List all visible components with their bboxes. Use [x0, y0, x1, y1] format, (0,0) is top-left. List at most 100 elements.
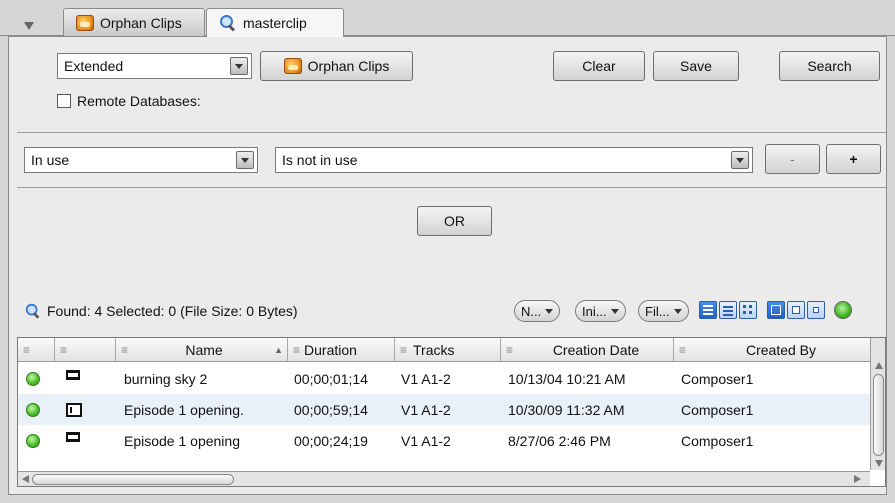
type-cell [62, 363, 112, 394]
table-row[interactable]: burning sky 2 00;00;01;14 V1 A1-2 10/13/… [18, 363, 870, 394]
column-grip-icon: ≡ [400, 343, 408, 357]
medium-frame-icon[interactable] [787, 301, 805, 319]
remote-databases-label: Remote Databases: [77, 93, 201, 109]
add-criteria-button[interactable]: + [826, 144, 881, 174]
orphan-clips-icon [76, 14, 94, 31]
orphan-clips-button[interactable]: Orphan Clips [260, 51, 413, 81]
vertical-scroll-thumb[interactable] [873, 374, 884, 456]
filter-label: Ini... [582, 303, 607, 319]
criteria-field-value: In use [31, 152, 70, 168]
column-label: Name [185, 342, 223, 358]
online-status-icon [26, 371, 40, 386]
remove-criteria-label: - [790, 151, 795, 167]
table-header: ≡ ≡ ≡ Name ▲ ≡ Duration ≡ Tracks ≡ Creation… [18, 338, 870, 362]
scroll-up-icon[interactable] [875, 362, 883, 369]
add-criteria-label: + [849, 151, 858, 167]
compact-list-view-icon[interactable] [719, 301, 737, 319]
filter-name-dropdown[interactable]: N... [514, 300, 561, 322]
filter-label: N... [521, 303, 542, 319]
creation-date-column-header[interactable]: ≡ Creation Date [501, 338, 674, 362]
column-grip-icon: ≡ [679, 343, 687, 357]
thumbnail-view-icon[interactable] [739, 301, 757, 319]
chevron-down-icon [545, 308, 554, 314]
search-mode-dropdown[interactable]: Extended [57, 53, 252, 79]
column-label: Creation Date [552, 342, 640, 358]
tab-orphan-clips[interactable]: Orphan Clips [63, 8, 205, 36]
small-frame-icon[interactable] [807, 301, 825, 319]
remote-databases-option[interactable]: Remote Databases: [57, 93, 201, 109]
criteria-condition-dropdown[interactable]: Is not in use [275, 147, 753, 173]
filter-label: Fil... [645, 303, 670, 319]
criteria-condition-value: Is not in use [282, 152, 358, 168]
tab-masterclip[interactable]: masterclip [206, 8, 344, 37]
chevron-down-icon [610, 308, 619, 314]
tab-label: masterclip [243, 15, 307, 31]
duration-cell: 00;00;59;14 [294, 401, 368, 418]
status-indicator-icon[interactable] [834, 301, 852, 319]
tab-label: Orphan Clips [100, 14, 182, 31]
search-button-label: Search [807, 58, 852, 74]
created-by-column-header[interactable]: ≡ Created By [674, 338, 870, 362]
creation-date-cell: 10/30/09 11:32 AM [508, 401, 625, 418]
chevron-down-icon[interactable] [230, 57, 248, 75]
search-icon [219, 14, 237, 32]
name-cell: Episode 1 opening [124, 432, 240, 449]
results-table: ≡ ≡ ≡ Name ▲ ≡ Duration ≡ Tracks ≡ Creation… [17, 337, 886, 487]
vertical-scrollbar[interactable] [870, 338, 885, 470]
save-button-label: Save [680, 58, 712, 74]
column-grip-icon: ≡ [293, 343, 301, 357]
duration-cell: 00;00;01;14 [294, 370, 368, 387]
clear-button[interactable]: Clear [553, 51, 645, 81]
save-button[interactable]: Save [653, 51, 739, 81]
tracks-cell: V1 A1-2 [401, 401, 451, 418]
name-cell: burning sky 2 [124, 370, 208, 387]
chevron-down-icon[interactable] [236, 151, 254, 169]
list-view-icon[interactable] [699, 301, 717, 319]
large-frame-icon[interactable] [767, 301, 785, 319]
tracks-cell: V1 A1-2 [401, 370, 451, 387]
type-column-header[interactable]: ≡ [55, 338, 116, 362]
column-label: Duration [304, 342, 357, 358]
filter-initials-dropdown[interactable]: Ini... [575, 300, 626, 322]
tracks-cell: V1 A1-2 [401, 432, 451, 449]
status-cell [22, 394, 52, 425]
remove-criteria-button[interactable]: - [765, 144, 820, 174]
horizontal-scrollbar[interactable] [18, 471, 870, 486]
search-button[interactable]: Search [779, 51, 880, 81]
results-status-text: Found: 4 Selected: 0 (File Size: 0 Bytes… [47, 303, 298, 319]
criteria-field-dropdown[interactable]: In use [24, 147, 258, 173]
table-row[interactable]: Episode 1 opening 00;00;24;19 V1 A1-2 8/… [18, 425, 870, 456]
horizontal-scroll-thumb[interactable] [32, 474, 234, 485]
chevron-down-icon[interactable] [731, 151, 749, 169]
name-column-header[interactable]: ≡ Name ▲ [116, 338, 288, 362]
column-label: Tracks [413, 342, 455, 358]
name-cell: Episode 1 opening. [124, 401, 244, 418]
filter-file-dropdown[interactable]: Fil... [638, 300, 689, 322]
orphan-clips-icon [283, 58, 302, 74]
column-grip-icon: ≡ [23, 343, 31, 357]
remote-databases-checkbox[interactable] [57, 94, 71, 108]
scroll-right-icon[interactable] [854, 475, 861, 483]
online-status-icon [26, 433, 40, 448]
duration-column-header[interactable]: ≡ Duration [288, 338, 395, 362]
creation-date-cell: 10/13/04 10:21 AM [508, 370, 626, 387]
table-row[interactable]: Episode 1 opening. 00;00;59;14 V1 A1-2 1… [18, 394, 870, 425]
created-by-cell: Composer1 [681, 432, 754, 449]
column-grip-icon: ≡ [506, 343, 514, 357]
or-button[interactable]: OR [417, 206, 492, 236]
results-status: Found: 4 Selected: 0 (File Size: 0 Bytes… [24, 302, 298, 320]
orphan-clips-button-label: Orphan Clips [307, 58, 390, 74]
collapse-triangle-icon[interactable] [24, 22, 34, 30]
column-grip-icon: ≡ [121, 343, 129, 357]
scroll-down-icon[interactable] [875, 460, 883, 467]
status-cell [22, 363, 52, 394]
online-status-icon [26, 402, 40, 417]
duration-cell: 00;00;24;19 [294, 432, 368, 449]
type-cell [62, 425, 112, 456]
search-mode-value: Extended [64, 58, 124, 74]
status-cell [22, 425, 52, 456]
masterclip-icon [66, 370, 80, 380]
tracks-column-header[interactable]: ≡ Tracks [395, 338, 501, 362]
scroll-left-icon[interactable] [22, 475, 29, 483]
status-column-header[interactable]: ≡ [18, 338, 55, 362]
